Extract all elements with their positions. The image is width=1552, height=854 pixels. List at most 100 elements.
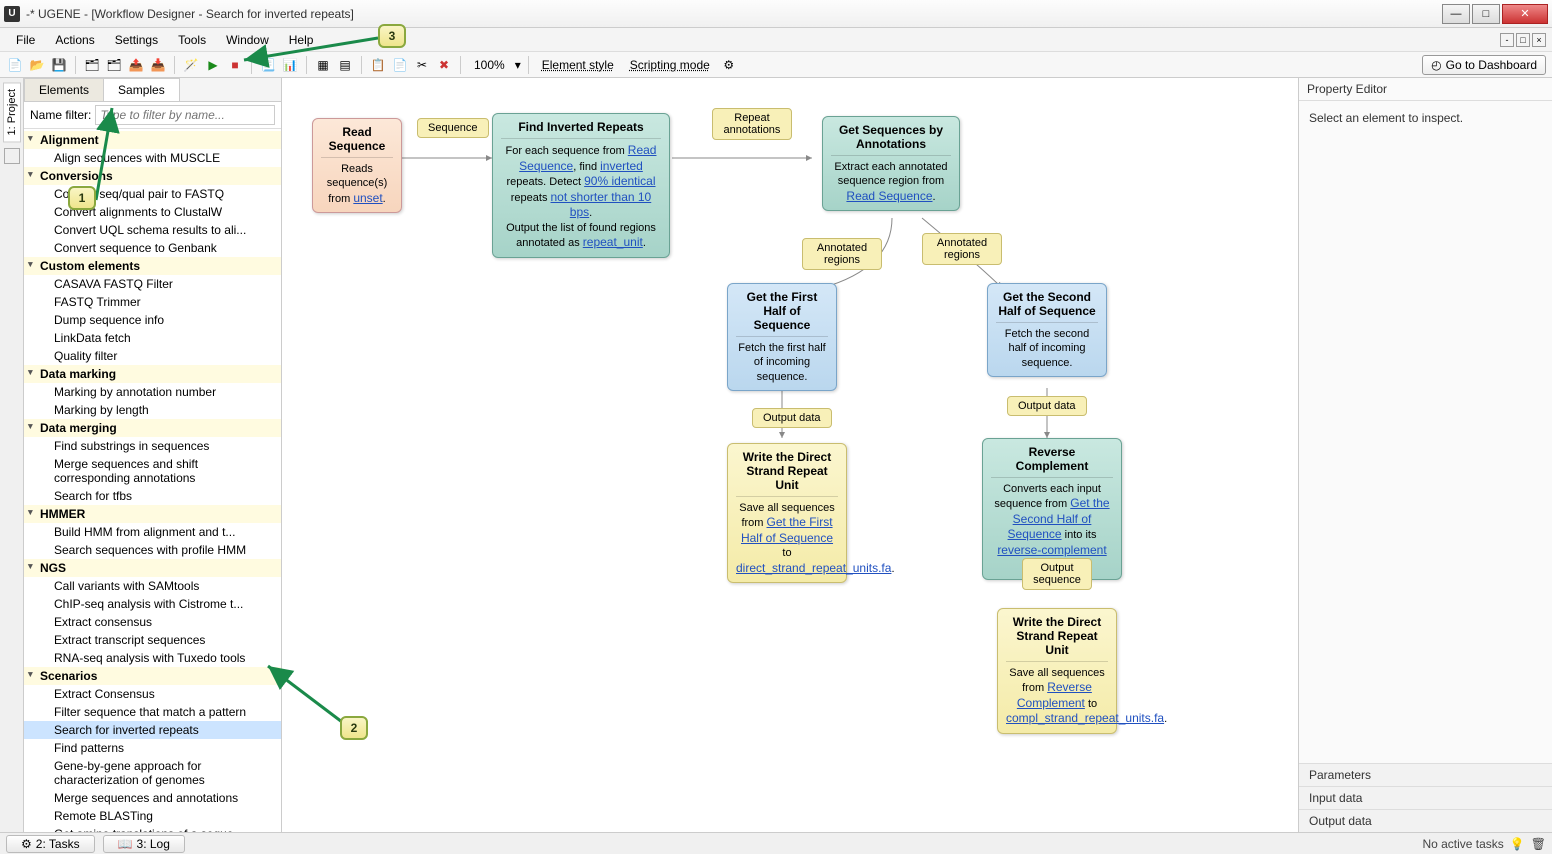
paste-icon[interactable]: 📄 <box>391 56 409 74</box>
menu-settings[interactable]: Settings <box>105 31 168 49</box>
wand-icon[interactable]: 🪄 <box>182 56 200 74</box>
tree-item[interactable]: Remote BLASTing <box>24 807 281 825</box>
layout1-icon[interactable]: ▦ <box>314 56 332 74</box>
layout2-icon[interactable]: ▤ <box>336 56 354 74</box>
tree-item[interactable]: Search sequences with profile HMM <box>24 541 281 559</box>
zoom-level[interactable]: 100% <box>468 58 511 72</box>
vertical-tabs: 1: Project <box>0 78 24 832</box>
tree-category[interactable]: NGS <box>24 559 281 577</box>
tree-category[interactable]: HMMER <box>24 505 281 523</box>
tree-item[interactable]: Build HMM from alignment and t... <box>24 523 281 541</box>
stop-icon[interactable]: ■ <box>226 56 244 74</box>
export-icon[interactable]: 📤 <box>127 56 145 74</box>
vtab-icon[interactable] <box>4 148 20 164</box>
tree-item[interactable]: Gene-by-gene approach for characterizati… <box>24 757 281 789</box>
node-get-seq-annotations[interactable]: Get Sequences by Annotations Extract eac… <box>822 116 960 211</box>
tree-item[interactable]: CASAVA FASTQ Filter <box>24 275 281 293</box>
section-parameters[interactable]: Parameters <box>1299 763 1552 786</box>
tree-category[interactable]: Data merging <box>24 419 281 437</box>
tree-item[interactable]: Find patterns <box>24 739 281 757</box>
node-get-second-half[interactable]: Get the Second Half of Sequence Fetch th… <box>987 283 1107 377</box>
sample-tree[interactable]: AlignmentAlign sequences with MUSCLEConv… <box>24 129 281 832</box>
tree-item[interactable]: Marking by length <box>24 401 281 419</box>
mdi-restore-icon[interactable]: □ <box>1516 33 1530 47</box>
save-icon[interactable]: 💾 <box>50 56 68 74</box>
tree-item[interactable]: Extract consensus <box>24 613 281 631</box>
open-icon[interactable]: 📂 <box>28 56 46 74</box>
tree-item[interactable]: Extract Consensus <box>24 685 281 703</box>
new-icon[interactable]: 📄 <box>6 56 24 74</box>
node-get-first-half[interactable]: Get the First Half of Sequence Fetch the… <box>727 283 837 391</box>
mdi-min-icon[interactable]: - <box>1500 33 1514 47</box>
section-output-data[interactable]: Output data <box>1299 809 1552 832</box>
node-read-sequence[interactable]: Read Sequence Reads sequence(s) from uns… <box>312 118 402 213</box>
gear-icon[interactable]: ⚙ <box>720 56 738 74</box>
run-icon[interactable]: ▶ <box>204 56 222 74</box>
tree-category[interactable]: Conversions <box>24 167 281 185</box>
folder-icon[interactable]: 🗂 <box>83 56 101 74</box>
project-tab[interactable]: 1: Project <box>3 82 21 142</box>
tree-item[interactable]: Search for inverted repeats <box>24 721 281 739</box>
tree-item[interactable]: Convert sequence to Genbank <box>24 239 281 257</box>
tree-item[interactable]: Call variants with SAMtools <box>24 577 281 595</box>
app-icon: U <box>4 6 20 22</box>
tree-item[interactable]: Extract transcript sequences <box>24 631 281 649</box>
tree-item[interactable]: Marking by annotation number <box>24 383 281 401</box>
menu-tools[interactable]: Tools <box>168 31 216 49</box>
node-title: Get the Second Half of Sequence <box>996 290 1098 323</box>
graph-icon[interactable]: 📊 <box>281 56 299 74</box>
pill-repeat-annotations: Repeat annotations <box>712 108 792 140</box>
tree-item[interactable]: Quality filter <box>24 347 281 365</box>
tree-item[interactable]: FASTQ Trimmer <box>24 293 281 311</box>
delete-icon[interactable]: ✖ <box>435 56 453 74</box>
window-title: -* UGENE - [Workflow Designer - Search f… <box>26 7 1440 21</box>
tree-category[interactable]: Scenarios <box>24 667 281 685</box>
tree-item[interactable]: Merge sequences and shift corresponding … <box>24 455 281 487</box>
tree-item[interactable]: Dump sequence info <box>24 311 281 329</box>
menu-help[interactable]: Help <box>279 31 324 49</box>
menu-actions[interactable]: Actions <box>45 31 104 49</box>
import-icon[interactable]: 📥 <box>149 56 167 74</box>
tree-item[interactable]: LinkData fetch <box>24 329 281 347</box>
tree-item[interactable]: Get amino translations of a seque... <box>24 825 281 832</box>
element-style-button[interactable]: Element style <box>536 58 620 72</box>
node-write-direct-1[interactable]: Write the Direct Strand Repeat Unit Save… <box>727 443 847 583</box>
tree-category[interactable]: Alignment <box>24 131 281 149</box>
workflow-canvas[interactable]: Read Sequence Reads sequence(s) from uns… <box>282 78 1298 832</box>
go-to-dashboard-button[interactable]: ◴ Go to Dashboard <box>1422 55 1546 75</box>
tree-item[interactable]: ChIP-seq analysis with Cistrome t... <box>24 595 281 613</box>
node-write-direct-2[interactable]: Write the Direct Strand Repeat Unit Save… <box>997 608 1117 734</box>
tree-item[interactable]: Merge sequences and annotations <box>24 789 281 807</box>
zoom-dropdown-icon[interactable]: ▾ <box>515 58 521 72</box>
tasks-button[interactable]: ⚙2: Tasks <box>6 835 95 853</box>
copy-icon[interactable]: 📋 <box>369 56 387 74</box>
tree-item[interactable]: Find substrings in sequences <box>24 437 281 455</box>
doc-icon[interactable]: 📃 <box>259 56 277 74</box>
tree-item[interactable]: Convert UQL schema results to ali... <box>24 221 281 239</box>
filter-input[interactable] <box>95 105 275 125</box>
tree-item[interactable]: Filter sequence that match a pattern <box>24 703 281 721</box>
tree-item[interactable]: Convert alignments to ClustalW <box>24 203 281 221</box>
tree-item[interactable]: Convert seq/qual pair to FASTQ <box>24 185 281 203</box>
cut-icon[interactable]: ✂ <box>413 56 431 74</box>
section-input-data[interactable]: Input data <box>1299 786 1552 809</box>
mdi-close-icon[interactable]: × <box>1532 33 1546 47</box>
maximize-button[interactable]: □ <box>1472 4 1500 24</box>
tree-item[interactable]: Align sequences with MUSCLE <box>24 149 281 167</box>
tree-category[interactable]: Data marking <box>24 365 281 383</box>
tab-elements[interactable]: Elements <box>24 78 104 101</box>
menu-window[interactable]: Window <box>216 31 279 49</box>
scripting-mode-button[interactable]: Scripting mode <box>624 58 716 72</box>
minimize-button[interactable]: — <box>1442 4 1470 24</box>
tab-samples[interactable]: Samples <box>103 78 180 101</box>
tree-item[interactable]: RNA-seq analysis with Tuxedo tools <box>24 649 281 667</box>
node-find-inverted[interactable]: Find Inverted Repeats For each sequence … <box>492 113 670 258</box>
tree-category[interactable]: Custom elements <box>24 257 281 275</box>
menu-file[interactable]: File <box>6 31 45 49</box>
folder2-icon[interactable]: 🗂 <box>105 56 123 74</box>
tree-item[interactable]: Search for tfbs <box>24 487 281 505</box>
node-title: Read Sequence <box>321 125 393 158</box>
window-titlebar: U -* UGENE - [Workflow Designer - Search… <box>0 0 1552 28</box>
log-button[interactable]: 📖3: Log <box>103 835 185 853</box>
close-button[interactable]: ✕ <box>1502 4 1548 24</box>
